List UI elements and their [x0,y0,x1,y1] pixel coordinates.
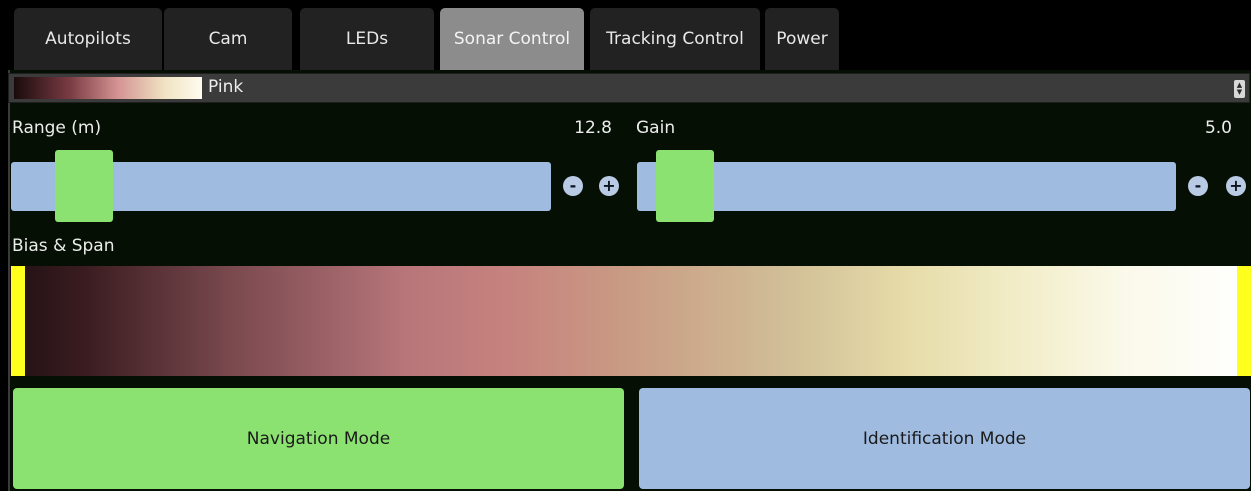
tab-sonar-control[interactable]: Sonar Control [440,8,584,70]
gain-minus-button[interactable]: - [1188,176,1208,196]
tab-leds[interactable]: LEDs [300,8,434,70]
palette-selected-label: Pink [208,77,244,97]
tab-tracking-control[interactable]: Tracking Control [590,8,760,70]
gain-plus-button[interactable]: + [1226,176,1246,196]
identification-mode-button[interactable]: Identification Mode [639,388,1250,489]
gain-slider-handle[interactable] [656,150,714,222]
span-handle[interactable] [1237,266,1251,376]
tab-cam[interactable]: Cam [164,8,292,70]
range-slider-handle[interactable] [55,150,113,222]
range-value: 12.8 [574,118,612,138]
bias-span-gradient[interactable] [10,266,1251,376]
gain-slider[interactable] [637,162,1176,211]
palette-select[interactable]: Pink ▲ ▼ [8,73,1250,103]
range-plus-button[interactable]: + [599,176,619,196]
tab-power[interactable]: Power [765,8,839,70]
tab-bar: Autopilots Cam LEDs Sonar Control Tracki… [0,0,1251,70]
gain-value: 5.0 [1204,118,1232,138]
range-minus-button[interactable]: - [563,176,583,196]
chevron-up-down-icon: ▲ ▼ [1234,80,1245,98]
bias-span-label: Bias & Span [12,236,115,256]
navigation-mode-button[interactable]: Navigation Mode [13,388,624,489]
gain-label: Gain [636,118,676,138]
range-label: Range (m) [12,118,102,138]
tab-autopilots[interactable]: Autopilots [14,8,162,70]
palette-swatch [14,77,202,99]
bias-handle[interactable] [11,266,25,376]
